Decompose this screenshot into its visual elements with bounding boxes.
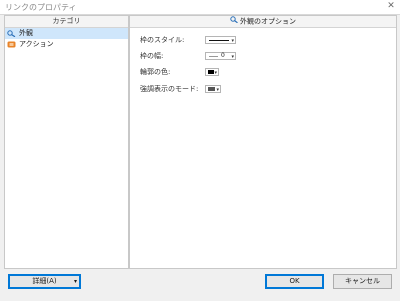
outline-color-picker[interactable]: ▾ [205,68,219,76]
dropdown-arrow-icon: ▾ [73,278,77,285]
dropdown-arrow-icon: ▾ [214,70,217,76]
color-swatch [208,70,214,74]
category-item-action[interactable]: アクション [5,39,128,50]
details-button[interactable]: 詳細(A) ▾ [8,274,81,289]
border-style-label: 枠のスタイル: [140,36,185,44]
options-panel: 外観のオプション 枠のスタイル: ▾ 枠の幅: 0 ▾ 輪郭の色: ▾ 強調表示… [129,15,397,269]
category-header: カテゴリ [5,16,128,28]
cancel-button[interactable]: キャンセル [333,274,392,289]
border-style-dropdown[interactable]: ▾ [205,36,236,44]
border-width-label: 枠の幅: [140,52,164,60]
category-item-appearance[interactable]: 外観 [5,28,128,39]
dropdown-arrow-icon: ▾ [216,87,219,93]
dropdown-arrow-icon: ▾ [231,38,234,44]
search-icon [230,16,238,27]
appearance-icon [7,30,16,37]
options-header: 外観のオプション [130,16,396,28]
title-bar: リンクのプロパティ ✕ [0,0,400,15]
line-width-sample [209,56,218,57]
border-width-dropdown[interactable]: 0 ▾ [205,52,236,60]
highlight-mode-dropdown[interactable]: ▾ [205,85,221,93]
options-header-label: 外観のオプション [240,17,296,26]
details-button-label: 詳細(A) [32,277,57,285]
highlight-mode-label: 強調表示のモード: [140,85,199,93]
line-style-sample [209,40,229,41]
outline-color-label: 輪郭の色: [140,68,171,76]
close-icon[interactable]: ✕ [385,0,397,13]
ok-button[interactable]: OK [265,274,324,289]
category-panel: カテゴリ 外観 アクション [4,15,129,269]
border-width-value: 0 [221,52,225,59]
highlight-mode-icon [208,87,215,91]
category-item-label: アクション [19,40,54,48]
dropdown-arrow-icon: ▾ [231,54,234,60]
category-item-label: 外観 [19,29,33,37]
window-title: リンクのプロパティ [5,3,77,12]
action-icon [7,41,16,48]
